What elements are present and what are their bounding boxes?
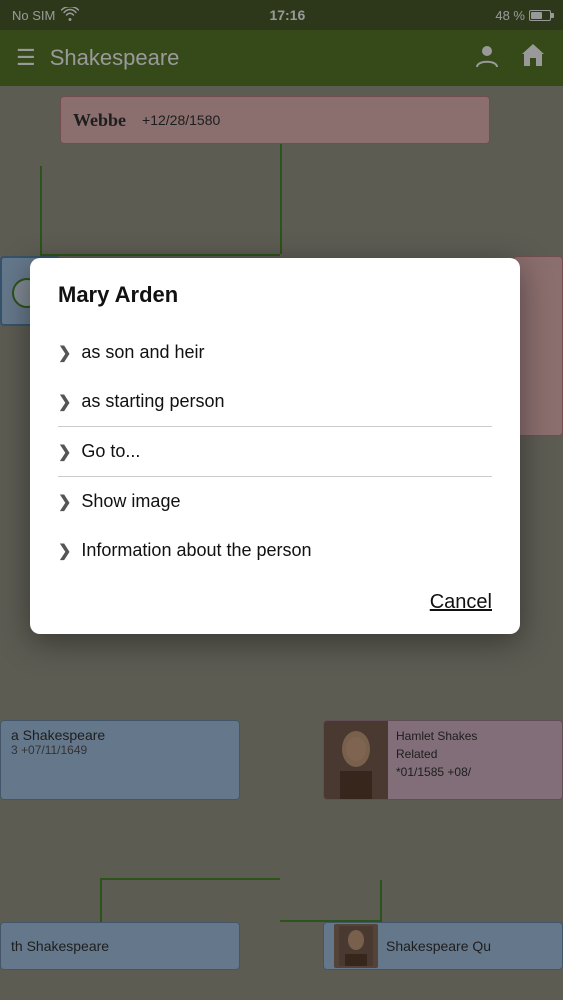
menu-item-son-heir[interactable]: ❯ as son and heir	[58, 328, 492, 377]
menu-item-go-to-label: Go to...	[81, 441, 140, 462]
menu-item-son-heir-label: as son and heir	[81, 342, 204, 363]
menu-item-info-person-label: Information about the person	[81, 540, 311, 561]
menu-item-starting-person-label: as starting person	[81, 391, 224, 412]
chevron-icon-3: ❯	[58, 442, 71, 462]
chevron-icon-5: ❯	[58, 541, 71, 561]
chevron-icon-2: ❯	[58, 392, 71, 412]
menu-item-show-image-label: Show image	[81, 491, 180, 512]
menu-item-info-person[interactable]: ❯ Information about the person	[58, 526, 492, 575]
modal-title: Mary Arden	[58, 282, 492, 308]
menu-item-starting-person[interactable]: ❯ as starting person	[58, 377, 492, 426]
menu-item-go-to[interactable]: ❯ Go to...	[58, 427, 492, 476]
cancel-button[interactable]: Cancel	[430, 591, 492, 614]
chevron-icon-1: ❯	[58, 343, 71, 363]
context-menu-modal: Mary Arden ❯ as son and heir ❯ as starti…	[30, 258, 520, 634]
menu-item-show-image[interactable]: ❯ Show image	[58, 477, 492, 526]
chevron-icon-4: ❯	[58, 492, 71, 512]
cancel-row: Cancel	[58, 575, 492, 634]
